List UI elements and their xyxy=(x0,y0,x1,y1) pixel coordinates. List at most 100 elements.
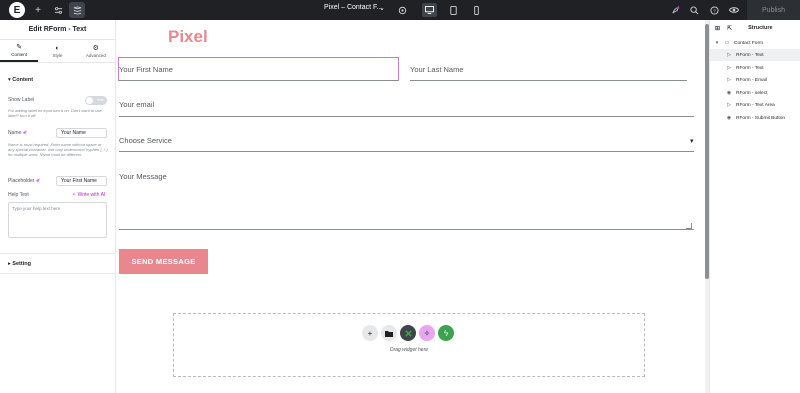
write-with-ai-label: Write with AI xyxy=(77,192,106,198)
write-with-ai-button[interactable]: ✧ Write with AI xyxy=(72,192,105,198)
structure-item-label: Contact Form xyxy=(734,40,764,46)
add-section-icon[interactable]: + xyxy=(362,325,378,341)
widget-settings-panel: Edit RForm - Text ✎ Content ◐ Style ⚙ Ad… xyxy=(0,20,116,393)
tab-style[interactable]: ◐ Style xyxy=(38,40,76,62)
caret-down-icon: ▾ xyxy=(715,40,719,46)
divider xyxy=(0,253,116,254)
svg-text:?: ? xyxy=(713,8,716,13)
setting-section-toggle[interactable]: ▸ Setting xyxy=(8,261,31,267)
tab-label: Style xyxy=(52,52,63,58)
name-input[interactable]: Your Name xyxy=(56,128,107,138)
show-label-toggle[interactable]: Hide xyxy=(85,96,107,105)
dropdown-arrow-icon[interactable]: ▾ xyxy=(690,137,694,145)
text-widget-icon: ▷ xyxy=(727,65,731,71)
page-settings-icon[interactable] xyxy=(394,2,410,18)
structure-item-label: RForm - Text xyxy=(736,52,764,58)
structure-item[interactable]: ▷ RForm - Text Area xyxy=(710,99,800,111)
message-underline xyxy=(119,229,694,230)
service-select[interactable]: Choose Service xyxy=(119,136,172,145)
mobile-view-icon[interactable] xyxy=(469,3,484,17)
email-underline xyxy=(119,116,694,117)
name-label-text: Name xyxy=(8,130,22,136)
dynamic-tags-icon[interactable]: ⋞ xyxy=(23,130,27,136)
toggle-knob xyxy=(86,97,93,104)
show-label-label: Show Label xyxy=(8,97,35,103)
widget-dropzone[interactable]: + ✧ ϟ Drag widget here xyxy=(173,313,645,377)
gear-icon: ⚙ xyxy=(92,44,99,52)
send-message-button[interactable]: SEND MESSAGE xyxy=(119,249,208,274)
placeholder-input[interactable]: Your First Name xyxy=(56,176,107,186)
email-widget-icon: ▷ xyxy=(727,77,731,83)
elementor-logo-icon[interactable]: E xyxy=(9,2,25,18)
search-icon[interactable] xyxy=(686,2,702,18)
section-label: Content xyxy=(12,77,34,83)
tab-content[interactable]: ✎ Content xyxy=(0,40,39,62)
tablet-view-icon[interactable] xyxy=(446,3,461,17)
tab-label: Advanced xyxy=(85,52,106,58)
preview-canvas: Pixel Your First Name Your Last Name You… xyxy=(116,20,705,393)
collapse-all-icon[interactable]: ⇱ xyxy=(727,25,732,32)
name-label: Name ⋞ xyxy=(8,130,27,136)
divider xyxy=(0,273,116,274)
email-field[interactable]: Your email xyxy=(119,100,154,109)
name-help: Name is must required. Enter name withou… xyxy=(8,142,108,157)
ai-sparkle-icon: ✧ xyxy=(72,192,77,198)
structure-panel: ⊞ ⇱ Structure ▾ ▭ Contact Form ▷ RForm -… xyxy=(709,20,800,393)
structure-item-label: RForm - Text xyxy=(736,65,764,71)
folder-icon[interactable] xyxy=(381,325,397,341)
template-kit-icon[interactable] xyxy=(400,325,416,341)
half-circle-icon: ◐ xyxy=(55,44,60,52)
ai-sparkle-icon[interactable]: ✧ xyxy=(419,325,435,341)
structure-item[interactable]: ◉ RForm - Submit Button xyxy=(710,112,800,124)
panel-title: Edit RForm - Text xyxy=(0,20,115,40)
structure-item[interactable]: ▷ RForm - Email xyxy=(710,74,800,86)
section-label: Setting xyxy=(12,261,31,267)
content-section-toggle[interactable]: ▾ Content xyxy=(8,77,33,83)
preview-eye-icon[interactable] xyxy=(726,2,742,18)
brand-heading[interactable]: Pixel xyxy=(168,27,208,47)
select-widget-icon: ◉ xyxy=(726,90,732,96)
help-text-label: Help Text xyxy=(8,192,29,198)
help-text-textarea[interactable]: Type your help text here xyxy=(8,202,107,238)
first-name-field[interactable]: Your First Name xyxy=(119,65,173,74)
placeholder-label-text: Placeholder xyxy=(8,178,35,184)
add-element-icon[interactable]: + xyxy=(30,2,46,18)
show-label-help: For adding label on input turn it on. Do… xyxy=(8,108,102,118)
structure-item-label: RForm - select xyxy=(736,90,768,96)
structure-item[interactable]: ▷ RForm - Text xyxy=(710,49,800,61)
service-underline xyxy=(119,151,694,152)
container-icon: ▭ xyxy=(724,40,730,46)
structure-item-label: RForm - Text Area xyxy=(736,102,775,108)
first-name-underline xyxy=(119,80,398,81)
message-textarea[interactable]: Your Message xyxy=(119,172,167,181)
chevron-down-icon[interactable]: ⌄ xyxy=(379,4,385,12)
desktop-view-icon[interactable] xyxy=(422,3,437,17)
structure-item-label: RForm - Email xyxy=(736,77,767,83)
toggle-text: Hide xyxy=(96,98,104,102)
last-name-underline xyxy=(410,80,687,81)
textarea-widget-icon: ▷ xyxy=(727,102,731,108)
top-bar: E + Pixel – Contact F... ⌄ ? Publish xyxy=(0,0,800,20)
structure-icon[interactable] xyxy=(69,2,85,18)
button-widget-icon: ◉ xyxy=(726,115,732,121)
text-widget-icon: ▷ xyxy=(727,52,731,58)
rocket-icon[interactable] xyxy=(667,2,683,18)
structure-item-label: RForm - Submit Button xyxy=(736,115,786,121)
help-icon[interactable]: ? xyxy=(706,2,722,18)
caret-right-icon: ▸ xyxy=(8,261,11,267)
last-name-field[interactable]: Your Last Name xyxy=(410,65,464,74)
tab-advanced[interactable]: ⚙ Advanced xyxy=(77,40,115,62)
structure-item-contact-form[interactable]: ▾ ▭ Contact Form xyxy=(710,37,800,49)
structure-item[interactable]: ◉ RForm - select xyxy=(710,87,800,99)
structure-item[interactable]: ▷ RForm - Text xyxy=(710,62,800,74)
page-title-dropdown[interactable]: Pixel – Contact F... xyxy=(324,4,382,11)
tab-label: Content xyxy=(11,51,28,57)
dynamic-tags-icon[interactable]: ⋞ xyxy=(36,178,40,184)
panel-tabs: ✎ Content ◐ Style ⚙ Advanced xyxy=(0,40,115,63)
panel-expand-icon[interactable]: ⊞ xyxy=(715,25,720,32)
publish-button[interactable]: Publish xyxy=(747,0,800,20)
pencil-icon: ✎ xyxy=(16,43,23,51)
lightning-icon[interactable]: ϟ xyxy=(438,325,454,341)
site-settings-icon[interactable] xyxy=(50,2,66,18)
placeholder-label: Placeholder ⋞ xyxy=(8,178,40,184)
